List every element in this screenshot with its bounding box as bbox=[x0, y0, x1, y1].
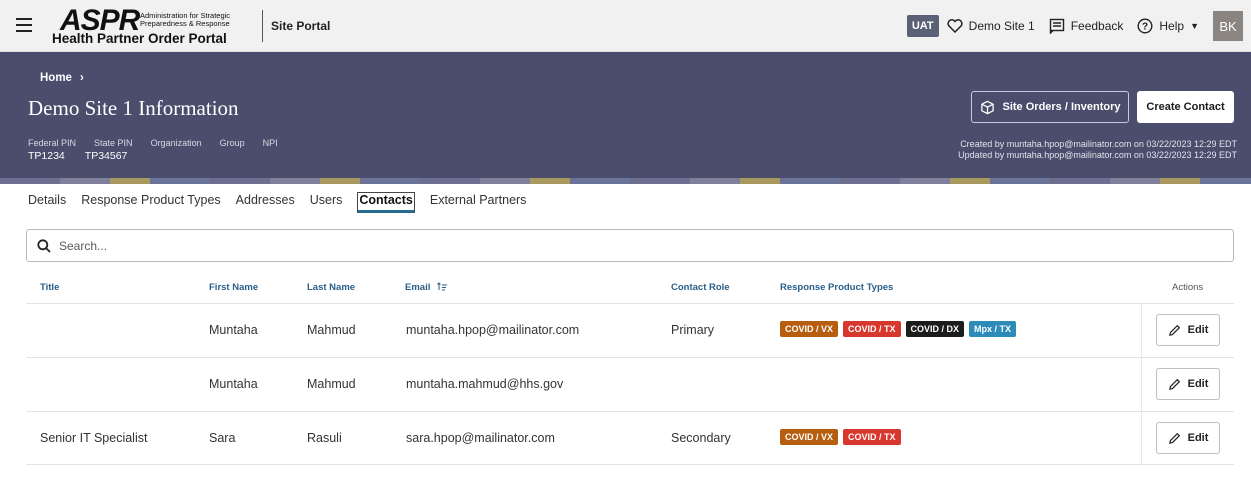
cell-email: muntaha.mahmud@hhs.gov bbox=[406, 377, 564, 391]
cell-contact-role: Secondary bbox=[671, 431, 731, 445]
feedback-label: Feedback bbox=[1070, 19, 1124, 33]
pencil-icon bbox=[1168, 432, 1180, 444]
product-badge: COVID / VX bbox=[780, 429, 839, 445]
table-row: Senior IT Specialist Sara Rasuli sara.hp… bbox=[26, 411, 1234, 466]
edit-label: Edit bbox=[1187, 378, 1209, 390]
user-avatar[interactable]: BK bbox=[1213, 11, 1243, 41]
cell-last-name: Mahmud bbox=[307, 323, 356, 337]
meta-label-npi: NPI bbox=[262, 138, 278, 148]
product-type-badges: COVID / VX COVID / TX bbox=[780, 429, 906, 445]
cell-first-name: Muntaha bbox=[209, 377, 258, 391]
meta-label-federal-pin: Federal PIN bbox=[28, 138, 77, 148]
edit-button[interactable]: Edit bbox=[1156, 314, 1220, 346]
feedback-icon bbox=[1049, 18, 1064, 34]
edit-button[interactable]: Edit bbox=[1156, 422, 1220, 454]
help-icon: ? bbox=[1137, 18, 1153, 34]
portal-name: Site Portal bbox=[271, 19, 331, 33]
meta-label-group: Group bbox=[219, 138, 245, 148]
chevron-right-icon: › bbox=[79, 72, 84, 84]
table-bottom-border bbox=[26, 464, 1234, 465]
tab-details[interactable]: Details bbox=[28, 193, 66, 213]
product-type-badges: COVID / VX COVID / TX COVID / DX Mpx / T… bbox=[780, 321, 1021, 337]
product-badge: COVID / DX bbox=[905, 321, 965, 337]
product-badge: COVID / TX bbox=[843, 429, 901, 445]
svg-text:?: ? bbox=[1142, 22, 1148, 33]
column-header-email-label: Email bbox=[405, 282, 431, 293]
cell-first-name: Sara bbox=[209, 431, 236, 445]
aspr-logo[interactable]: ASPR Administration for Strategic Prepar… bbox=[46, 4, 256, 46]
column-header-email[interactable]: Email bbox=[405, 282, 448, 293]
site-orders-label: Site Orders / Inventory bbox=[1002, 101, 1121, 113]
table-row: Muntaha Mahmud muntaha.mahmud@hhs.gov Ed… bbox=[26, 357, 1234, 412]
menu-icon[interactable] bbox=[16, 18, 32, 32]
search-input[interactable] bbox=[59, 238, 1159, 253]
search-icon bbox=[37, 238, 51, 253]
site-link-label: Demo Site 1 bbox=[968, 19, 1035, 33]
logo-tagline: Administration for Strategic Preparednes… bbox=[140, 11, 231, 28]
create-contact-button[interactable]: Create Contact bbox=[1137, 91, 1234, 123]
breadcrumb[interactable]: Home › bbox=[40, 72, 84, 84]
tab-addresses[interactable]: Addresses bbox=[236, 193, 295, 213]
env-badge: UAT bbox=[906, 15, 939, 37]
cell-last-name: Mahmud bbox=[307, 377, 356, 391]
column-header-response-product-types[interactable]: Response Product Types bbox=[780, 282, 893, 293]
cell-email: sara.hpop@mailinator.com bbox=[406, 431, 555, 445]
updated-by-text: Updated by muntaha.hpop@mailinator.com o… bbox=[958, 150, 1237, 160]
product-badge: COVID / VX bbox=[780, 321, 839, 337]
site-tabs: Details Response Product Types Addresses… bbox=[28, 192, 541, 213]
edit-button[interactable]: Edit bbox=[1156, 368, 1220, 400]
chevron-down-icon: ▼ bbox=[1190, 21, 1199, 31]
meta-label-state-pin: State PIN bbox=[94, 138, 133, 148]
top-navbar: ASPR Administration for Strategic Prepar… bbox=[0, 0, 1251, 52]
cell-last-name: Rasuli bbox=[307, 431, 342, 445]
tab-users[interactable]: Users bbox=[310, 193, 343, 213]
tab-response-product-types[interactable]: Response Product Types bbox=[81, 193, 220, 213]
cell-email: muntaha.hpop@mailinator.com bbox=[406, 323, 580, 337]
pencil-icon bbox=[1168, 324, 1180, 336]
site-meta-values: TP1234 TP34567 bbox=[28, 150, 147, 162]
actions-divider bbox=[1141, 412, 1142, 466]
federal-pin-value: TP1234 bbox=[28, 150, 65, 162]
product-badge: COVID / TX bbox=[843, 321, 901, 337]
help-label: Help bbox=[1159, 19, 1185, 33]
sort-icon[interactable] bbox=[437, 282, 448, 291]
column-header-first-name[interactable]: First Name bbox=[209, 282, 258, 293]
box-icon bbox=[980, 100, 994, 114]
column-header-last-name[interactable]: Last Name bbox=[307, 282, 355, 293]
audit-info: Created by muntaha.hpop@mailinator.com o… bbox=[958, 139, 1237, 161]
feedback-link[interactable]: Feedback bbox=[1049, 18, 1124, 34]
page-title: Demo Site 1 Information bbox=[28, 96, 239, 120]
cell-first-name: Muntaha bbox=[209, 323, 258, 337]
meta-label-organization: Organization bbox=[150, 138, 202, 148]
cell-contact-role: Primary bbox=[671, 323, 715, 337]
help-menu[interactable]: ? Help ▼ bbox=[1137, 18, 1199, 34]
search-box bbox=[26, 229, 1234, 262]
site-info-banner: Home › Demo Site 1 Information Federal PI… bbox=[0, 52, 1251, 184]
table-row: Muntaha Mahmud muntaha.hpop@mailinator.c… bbox=[26, 303, 1234, 358]
column-header-contact-role[interactable]: Contact Role bbox=[671, 282, 730, 293]
cell-title: Senior IT Specialist bbox=[40, 431, 148, 445]
column-header-actions: Actions bbox=[1172, 282, 1204, 293]
product-badge: Mpx / TX bbox=[969, 321, 1017, 337]
state-pin-value: TP34567 bbox=[84, 150, 128, 162]
heart-icon bbox=[947, 19, 963, 33]
tab-external-partners[interactable]: External Partners bbox=[430, 193, 527, 213]
site-link[interactable]: Demo Site 1 bbox=[947, 19, 1035, 33]
edit-label: Edit bbox=[1187, 324, 1209, 336]
column-header-title[interactable]: Title bbox=[40, 282, 59, 293]
logo-divider bbox=[262, 10, 263, 42]
banner-image-strip bbox=[0, 178, 1251, 184]
breadcrumb-home[interactable]: Home bbox=[40, 72, 72, 84]
edit-label: Edit bbox=[1187, 432, 1209, 444]
pencil-icon bbox=[1168, 378, 1180, 390]
actions-divider bbox=[1141, 304, 1142, 358]
actions-divider bbox=[1141, 358, 1142, 412]
tab-contacts[interactable]: Contacts bbox=[357, 192, 415, 213]
site-meta-labels: Federal PIN State PIN Organization Group… bbox=[28, 138, 296, 148]
created-by-text: Created by muntaha.hpop@mailinator.com o… bbox=[960, 139, 1237, 149]
site-orders-inventory-button[interactable]: Site Orders / Inventory bbox=[971, 91, 1129, 123]
logo-subtitle: Health Partner Order Portal bbox=[52, 31, 227, 46]
